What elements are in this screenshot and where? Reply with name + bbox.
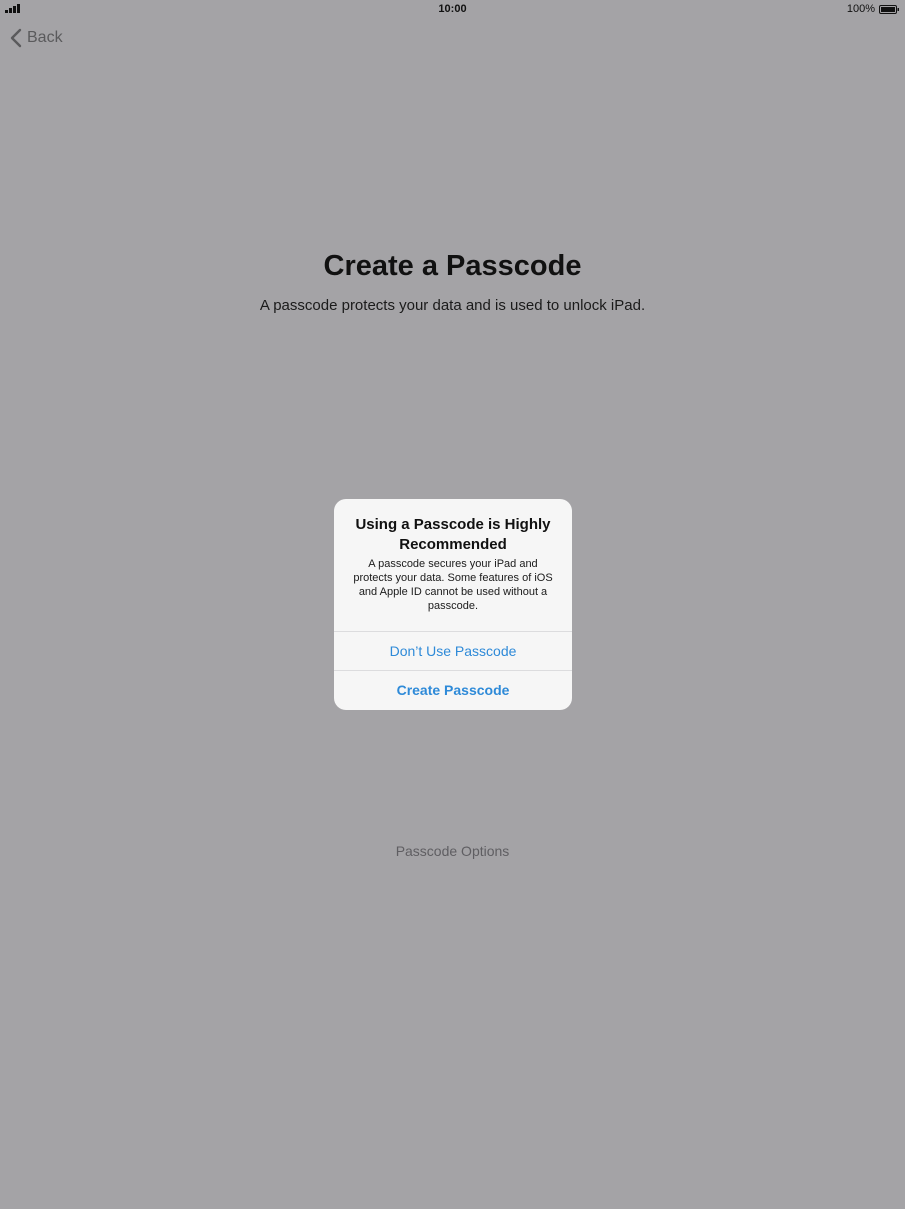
alert-content: Using a Passcode is Highly Recommended A… bbox=[334, 515, 572, 613]
chevron-left-icon bbox=[10, 28, 22, 48]
battery-percentage: 100% bbox=[846, 3, 875, 15]
passcode-alert: Using a Passcode is Highly Recommended A… bbox=[334, 499, 572, 710]
back-label: Back bbox=[27, 29, 63, 46]
alert-message: A passcode secures your iPad and protect… bbox=[353, 558, 553, 612]
back-button[interactable]: Back bbox=[10, 27, 63, 49]
status-time: 10:00 bbox=[438, 3, 467, 15]
passcode-options-button[interactable]: Passcode Options bbox=[0, 843, 905, 859]
create-passcode-button[interactable]: Create Passcode bbox=[334, 671, 572, 710]
page-subtitle: A passcode protects your data and is use… bbox=[259, 297, 646, 314]
page-title: Create a Passcode bbox=[323, 250, 582, 282]
alert-title: Using a Passcode is Highly Recommended bbox=[355, 516, 551, 553]
dont-use-passcode-button[interactable]: Don’t Use Passcode bbox=[334, 632, 572, 671]
battery-icon bbox=[879, 4, 899, 14]
battery-status: 100% bbox=[847, 3, 899, 15]
status-bar: 10:00 100% bbox=[0, 0, 905, 18]
